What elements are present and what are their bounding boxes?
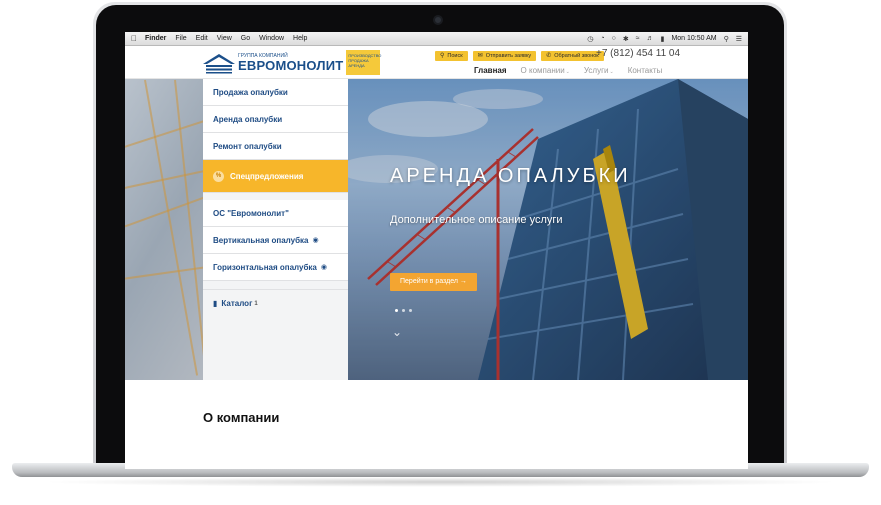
mac-menubar:  Finder File Edit View Go Window Help ◷…: [125, 32, 748, 46]
sidebar-item-vertical[interactable]: Вертикальная опалубка ◉: [203, 227, 348, 254]
slider-dots: [395, 309, 412, 312]
hero-title: АРЕНДА ОПАЛУБКИ: [390, 165, 631, 187]
phone-number[interactable]: +7 (812) 454 11 04: [596, 48, 680, 59]
sidebar-item-special-offers[interactable]: % Спецпредложения: [203, 160, 348, 193]
search-button-label: Поиск: [447, 53, 463, 59]
go-to-section-button[interactable]: Перейти в раздел →: [390, 273, 477, 291]
catalog-count: 1: [254, 300, 258, 307]
wifi-icon[interactable]: ≈: [636, 35, 640, 42]
clock-icon[interactable]: ◔: [600, 35, 604, 42]
laptop-mockup:  Finder File Edit View Go Window Help ◷…: [0, 0, 881, 505]
sidebar-item-horizontal[interactable]: Горизонтальная опалубка ◉: [203, 254, 348, 281]
slider-dot-1[interactable]: [395, 309, 398, 312]
vertical-label: Вертикальная опалубка: [213, 235, 309, 245]
bluetooth-icon[interactable]: ✱: [623, 35, 629, 43]
slider-dot-2[interactable]: [402, 309, 405, 312]
chat-icon[interactable]: ○: [612, 35, 616, 42]
menu-edit[interactable]: Edit: [196, 35, 208, 42]
construction-photo: [348, 79, 748, 380]
callback-label: Обратный звонок: [554, 53, 599, 59]
apple-icon[interactable]: : [131, 34, 137, 43]
spotlight-icon[interactable]: ⚲: [724, 35, 729, 43]
nav-services-wrap[interactable]: Услуги⌄: [584, 66, 614, 75]
logo-text: ГРУППА КОМПАНИЙ ЕВРОМОНОЛИТ: [238, 53, 344, 73]
menubar-status: ◷ ◔ ○ ✱ ≈ ♬ ▮ Mon 10:50 AM ⚲ ☰: [587, 35, 742, 43]
horizontal-label: Горизонтальная опалубка: [213, 262, 317, 272]
notification-center-icon[interactable]: ☰: [736, 35, 742, 43]
menu-view[interactable]: View: [217, 35, 232, 42]
nav-home[interactable]: Главная: [474, 66, 507, 75]
main-nav: Главная О компании⌄ Услуги⌄ Контакты: [474, 66, 662, 75]
send-request-button[interactable]: ✉ Отправить заявку: [472, 51, 537, 61]
sidebar-gap: [203, 193, 348, 200]
header-actions: ⚲ Поиск ✉ Отправить заявку ✆ Обратный зв…: [435, 51, 604, 61]
logo-wordmark: ЕВРОМОНОЛИТ: [238, 57, 344, 73]
search-button[interactable]: ⚲ Поиск: [435, 51, 468, 61]
site-header: ГРУППА КОМПАНИЙ ЕВРОМОНОЛИТ ПРОИЗВОДСТВО…: [125, 46, 748, 79]
sidebar-item-sale[interactable]: Продажа опалубки: [203, 79, 348, 106]
menu-finder[interactable]: Finder: [145, 35, 166, 42]
circle-icon: ◉: [312, 237, 319, 244]
sidebar-item-repair[interactable]: Ремонт опалубки: [203, 133, 348, 160]
menu-help[interactable]: Help: [293, 35, 307, 42]
logo-roof-icon: [203, 53, 235, 73]
send-request-label: Отправить заявку: [485, 53, 532, 59]
menubar-clock[interactable]: Mon 10:50 AM: [671, 35, 716, 42]
scroll-down-icon[interactable]: ⌄: [392, 325, 402, 339]
sidebar-menu: Продажа опалубки Аренда опалубки Ремонт …: [203, 79, 348, 380]
site-logo[interactable]: ГРУППА КОМПАНИЙ ЕВРОМОНОЛИТ ПРОИЗВОДСТВО…: [202, 50, 381, 75]
circle-icon: ◉: [320, 264, 327, 271]
sidebar-item-catalog[interactable]: ▮ Каталог 1: [203, 289, 348, 317]
sidebar-item-rent[interactable]: Аренда опалубки: [203, 106, 348, 133]
sidebar-item-os[interactable]: ОС "Евромонолит": [203, 200, 348, 227]
catalog-label: Каталог: [221, 299, 253, 308]
mail-icon: ✉: [477, 53, 483, 59]
slider-dot-3[interactable]: [409, 309, 412, 312]
section-title-about: О компании: [203, 410, 280, 425]
volume-icon[interactable]: ♬: [647, 35, 654, 42]
hero-description: Дополнительное описание услуги: [390, 214, 563, 226]
menu-file[interactable]: File: [175, 35, 186, 42]
phone-icon: ✆: [546, 53, 552, 59]
callback-button[interactable]: ✆ Обратный звонок: [541, 51, 604, 61]
nav-about: О компании: [520, 66, 565, 75]
menu-go[interactable]: Go: [241, 35, 250, 42]
chevron-down-icon: ⌄: [609, 69, 614, 75]
menu-window[interactable]: Window: [259, 35, 284, 42]
chevron-down-icon: ⌄: [565, 69, 570, 75]
camera-icon: [433, 15, 443, 25]
time-machine-icon[interactable]: ◷: [587, 35, 593, 43]
nav-services: Услуги: [583, 66, 609, 75]
document-icon: ▮: [213, 299, 218, 308]
search-icon: ⚲: [440, 53, 445, 59]
nav-contacts[interactable]: Контакты: [628, 66, 663, 75]
percent-icon: %: [213, 170, 224, 182]
battery-icon[interactable]: ▮: [661, 35, 665, 43]
logo-tagline: ПРОИЗВОДСТВО ПРОДАЖА АРЕНДА: [346, 50, 381, 75]
hero-slider: АРЕНДА ОПАЛУБКИ Дополнительное описание …: [348, 79, 748, 380]
screen:  Finder File Edit View Go Window Help ◷…: [125, 32, 748, 469]
hero-section: Продажа опалубки Аренда опалубки Ремонт …: [125, 79, 748, 380]
nav-about-wrap[interactable]: О компании⌄: [521, 66, 570, 75]
hero-left-image: [125, 79, 203, 380]
special-offers-label: Спецпредложения: [230, 171, 304, 181]
laptop-shadow: [40, 477, 841, 487]
